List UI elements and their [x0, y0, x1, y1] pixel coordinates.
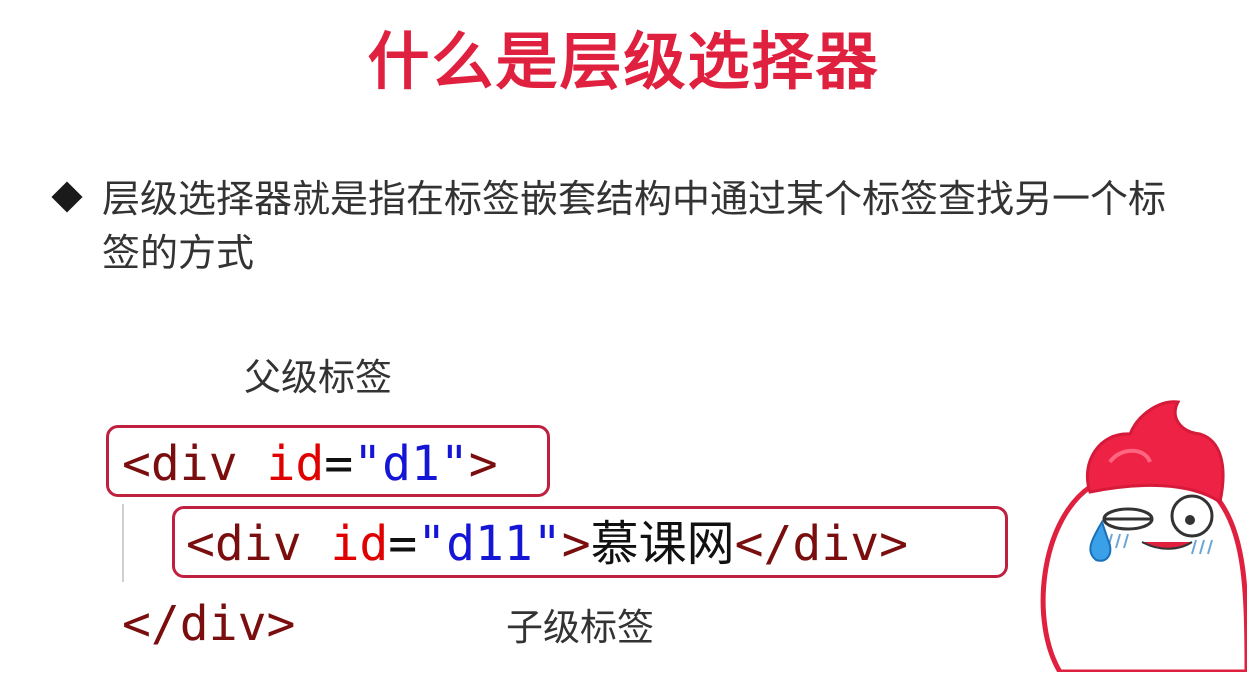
indent-guide-line [122, 504, 124, 582]
code-attr-name: id [330, 516, 389, 572]
code-tag-close: > [561, 516, 591, 572]
code-line-child: <div id="d11">慕课网</div> [186, 514, 908, 574]
slide-title: 什么是层级选择器 [367, 25, 880, 98]
code-content-text: 慕课网 [590, 516, 735, 572]
code-tag-open: <div [186, 516, 331, 572]
code-end-tag: </div> [122, 596, 296, 652]
code-tag-close: > [468, 436, 498, 492]
code-end-tag: </div> [734, 516, 909, 572]
code-line-parent-open: <div id="d1"> [122, 434, 498, 494]
code-tag-open: <div [122, 436, 267, 492]
code-attr-value: "d11" [417, 516, 562, 572]
bullet-text: 层级选择器就是指在标签嵌套结构中通过某个标签查找另一个标签的方式 [102, 177, 1167, 275]
diamond-bullet-icon [51, 181, 83, 213]
child-tag-label: 子级标签 [506, 606, 654, 649]
code-line-parent-close: </div> [122, 594, 295, 654]
code-attr-value: "d1" [353, 436, 469, 492]
code-equals: = [388, 516, 418, 572]
code-equals: = [324, 436, 354, 492]
parent-tag-label: 父级标签 [244, 356, 392, 399]
mascot-character-icon [1020, 392, 1247, 675]
code-attr-name: id [266, 436, 325, 492]
